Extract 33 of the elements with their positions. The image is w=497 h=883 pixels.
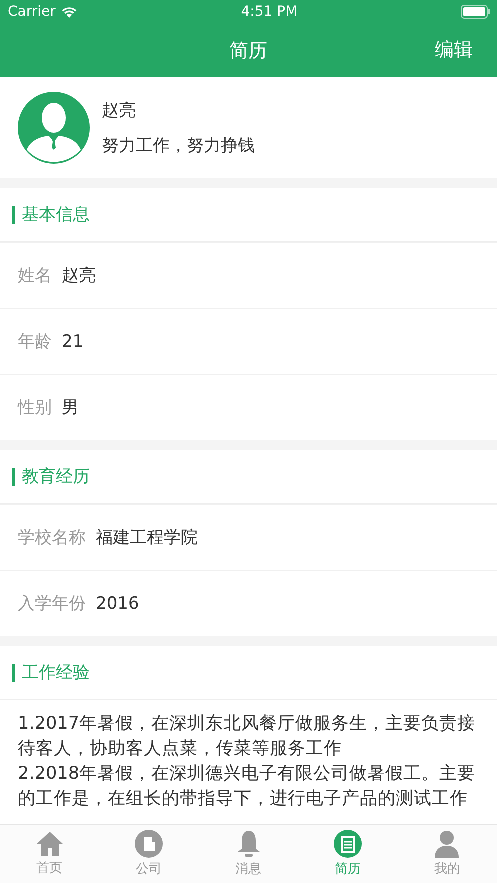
field-label: 年龄 [18,331,52,353]
experience-paragraph: 2.2018年暑假，在深圳德兴电子有限公司做暑假工。主要的工作是，在组长的带指导下，进行电子产品的测试工作 [17,763,477,811]
section-title: 基本信息 [12,206,90,224]
field-label: 学校名称 [18,527,86,549]
screen-title: 简历 [230,38,268,64]
field-value: 2016 [96,594,140,614]
profile-name: 赵亮 [102,100,137,122]
carrier-label: Carrier [8,4,56,20]
tab-item[interactable]: 简历 [298,825,398,883]
field-value: 赵亮 [62,265,96,287]
battery-icon [461,5,491,19]
tab-item[interactable]: 首页 [0,825,100,883]
status-time: 4:51 PM [241,4,298,20]
field-value: 21 [62,332,84,352]
experience-paragraph: 1.2017年暑假，在深圳东北风餐厅做服务生，主要负责接待客人，协助客人点菜，传菜等服务工作 [17,713,477,761]
section-title: 工作经验 [12,664,90,682]
person-icon [434,830,460,858]
section-title: 教育经历 [12,468,90,486]
field-label: 姓名 [18,265,52,287]
tab-item[interactable]: 我的 [398,825,497,883]
field-value: 男 [62,397,79,419]
profile-motto: 努力工作，努力挣钱 [102,134,255,156]
tab-item[interactable]: 公司 [99,825,199,883]
field-label: 性别 [18,397,52,419]
bell-icon [236,830,262,858]
home-icon [36,831,64,857]
notepad-icon [334,830,362,858]
tab-item[interactable]: 消息 [198,825,298,883]
avatar-icon [18,92,90,164]
edit-button[interactable]: 编辑 [435,37,473,63]
wifi-icon [60,6,78,18]
field-label: 入学年份 [18,593,86,615]
field-value: 福建工程学院 [96,527,198,549]
